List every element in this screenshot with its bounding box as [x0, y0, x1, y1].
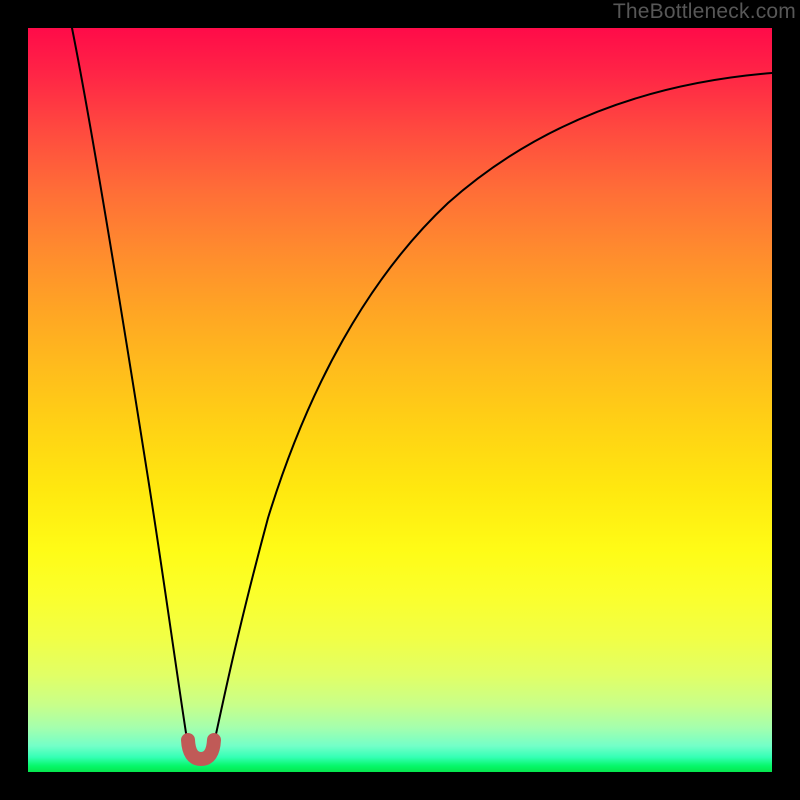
bottleneck-plot: [28, 28, 772, 772]
optimum-marker: [188, 740, 214, 759]
attribution-text: TheBottleneck.com: [613, 0, 796, 24]
left-curve-branch: [72, 28, 190, 752]
chart-area: [28, 28, 772, 772]
right-curve-branch: [212, 73, 772, 752]
